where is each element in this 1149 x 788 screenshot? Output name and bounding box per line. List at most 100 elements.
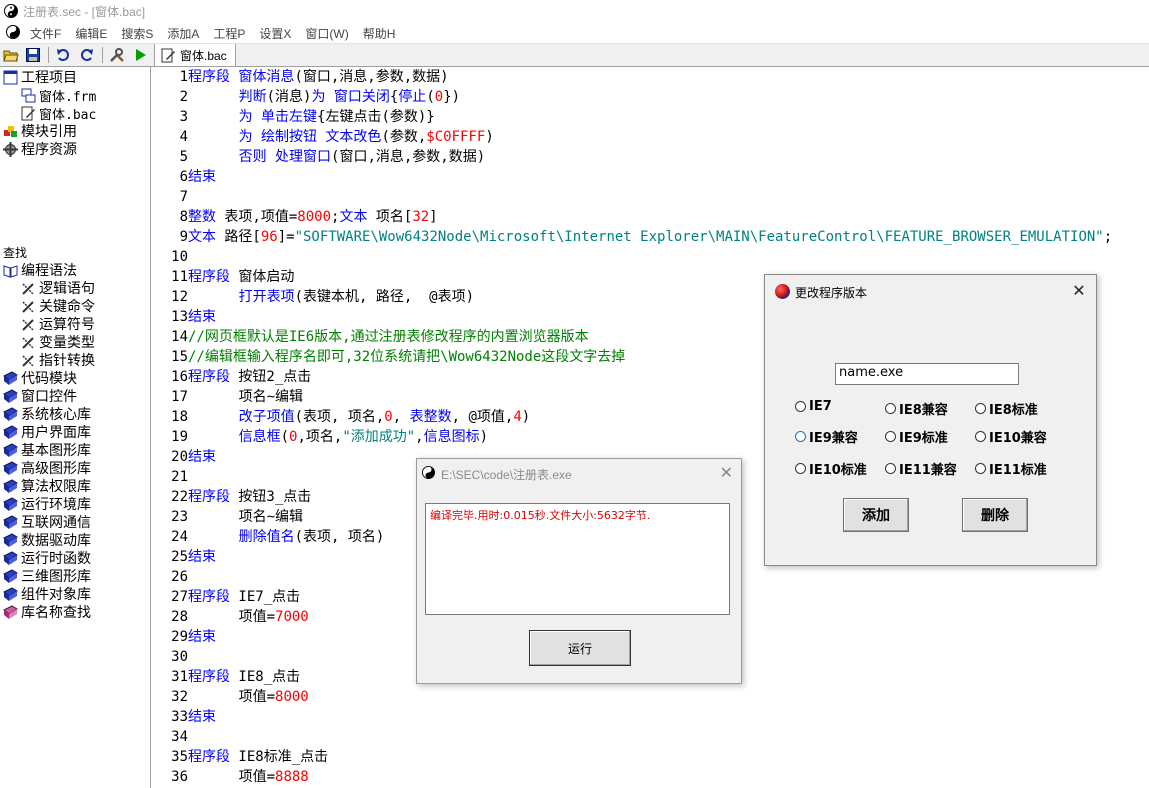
- tree-resources[interactable]: 程序资源: [2, 140, 77, 158]
- tree-library-item[interactable]: 代码模块: [2, 369, 77, 387]
- code-token: 判断: [238, 89, 267, 105]
- menu-add[interactable]: 添加A: [167, 25, 199, 42]
- radio-option[interactable]: IE10兼容: [975, 427, 1047, 446]
- tree-library-item[interactable]: 算法权限库: [2, 477, 91, 495]
- code-token: ,项名,: [297, 429, 343, 445]
- code-token: 程序段: [188, 269, 230, 285]
- tree-label: 窗口控件: [21, 389, 77, 405]
- radio-circle[interactable]: [795, 401, 806, 412]
- code-text: 整数 表项,项值=8000;文本 项名[32]: [188, 207, 438, 227]
- run-button[interactable]: 运行: [529, 630, 631, 666]
- tools-icon[interactable]: [109, 47, 125, 63]
- menu-edit[interactable]: 编辑E: [75, 25, 107, 42]
- code-token: 文本: [339, 209, 368, 225]
- tree-library-item[interactable]: 系统核心库: [2, 405, 91, 423]
- redo-icon[interactable]: [79, 47, 95, 63]
- tree-syntax-root[interactable]: 编程语法: [2, 261, 77, 279]
- radio-option[interactable]: IE9标准: [885, 427, 948, 446]
- delete-button[interactable]: 删除: [962, 498, 1028, 532]
- run-icon[interactable]: [133, 47, 149, 63]
- tree-library-item[interactable]: 组件对象库: [2, 585, 91, 603]
- radio-option[interactable]: IE7: [795, 399, 832, 414]
- radio-circle[interactable]: [975, 403, 986, 414]
- tree-library-item[interactable]: 基本图形库: [2, 441, 91, 459]
- line-number: 30: [171, 649, 188, 665]
- tree-project-root[interactable]: 工程项目: [2, 68, 77, 86]
- blue-book-icon: [2, 496, 18, 512]
- radio-circle[interactable]: [885, 403, 896, 414]
- tree-file-frm[interactable]: 窗体.frm: [20, 86, 96, 105]
- radio-circle[interactable]: [795, 463, 806, 474]
- radio-circle[interactable]: [975, 463, 986, 474]
- save-icon[interactable]: [25, 47, 41, 63]
- blue-book-icon: [2, 460, 18, 476]
- tab-label: 窗体.bac: [180, 48, 227, 63]
- tree-library-item[interactable]: 互联网通信: [2, 513, 91, 531]
- tab-form-bac[interactable]: 窗体.bac: [154, 44, 236, 66]
- tree-syntax-item[interactable]: 变量类型: [20, 333, 95, 351]
- radio-option[interactable]: IE11标准: [975, 459, 1047, 478]
- menu-settings[interactable]: 设置X: [259, 25, 291, 42]
- tree-label: 用户界面库: [21, 425, 91, 441]
- add-button[interactable]: 添加: [843, 498, 909, 532]
- radio-circle[interactable]: [795, 431, 806, 442]
- tree-library-item[interactable]: 高级图形库: [2, 459, 91, 477]
- tree-syntax-item[interactable]: 指针转换: [20, 351, 95, 369]
- tree-library-item[interactable]: 运行时函数: [2, 549, 91, 567]
- undo-icon[interactable]: [55, 47, 71, 63]
- menu-project[interactable]: 工程P: [213, 25, 245, 42]
- tree-module-ref[interactable]: 模块引用: [2, 122, 77, 140]
- program-name-input[interactable]: name.exe: [835, 363, 1019, 385]
- line-number: 4: [179, 129, 188, 145]
- tree-file-bac[interactable]: 窗体.bac: [20, 104, 96, 123]
- radio-label: IE9兼容: [809, 431, 858, 446]
- radio-option[interactable]: IE9兼容: [795, 427, 858, 446]
- code-token: 为 单击左键: [238, 109, 318, 125]
- tree-library-item[interactable]: 用户界面库: [2, 423, 91, 441]
- radio-option[interactable]: IE10标准: [795, 459, 867, 478]
- tree-library-item[interactable]: 运行环境库: [2, 495, 91, 513]
- code-line: 6结束: [152, 167, 216, 187]
- tree-label: 变量类型: [39, 335, 95, 351]
- close-icon[interactable]: ✕: [1070, 281, 1088, 300]
- radio-circle[interactable]: [975, 431, 986, 442]
- code-token: 否则 处理窗口: [238, 149, 332, 165]
- tree-library-search[interactable]: 库名称查找: [2, 603, 91, 621]
- menu-search[interactable]: 搜索S: [121, 25, 153, 42]
- blue-book-icon: [2, 370, 18, 386]
- left-panel: 工程项目 窗体.frm 窗体.bac 模块引用 程序资源 查找 编程语法 逻辑语…: [0, 67, 151, 788]
- radio-circle[interactable]: [885, 431, 896, 442]
- yin-yang-menu-icon[interactable]: [6, 25, 20, 39]
- open-folder-icon[interactable]: [3, 47, 19, 63]
- tree-label: 指针转换: [39, 353, 95, 369]
- dialog-app-icon: [775, 284, 790, 299]
- radio-option[interactable]: IE11兼容: [885, 459, 957, 478]
- tree-label: 逻辑语句: [39, 281, 95, 297]
- blue-book-icon: [2, 442, 18, 458]
- code-token: (窗口,消息,参数,数据): [294, 69, 449, 85]
- compile-output: 编译完毕.用时:0.015秒.文件大小:5632字节.: [425, 503, 730, 615]
- menu-window[interactable]: 窗口(W): [305, 25, 348, 42]
- tree-library-item[interactable]: 窗口控件: [2, 387, 77, 405]
- project-icon: [2, 69, 18, 85]
- radio-option[interactable]: IE8标准: [975, 399, 1038, 418]
- tree-library-item[interactable]: 数据驱动库: [2, 531, 91, 549]
- search-label: 查找: [3, 246, 28, 260]
- radio-circle[interactable]: [885, 463, 896, 474]
- tree-syntax-item[interactable]: 关键命令: [20, 297, 95, 315]
- tree-syntax-item[interactable]: 逻辑语句: [20, 279, 95, 297]
- menu-file[interactable]: 文件F: [30, 25, 61, 42]
- code-text: 程序段 IE8_点击: [188, 667, 300, 687]
- tree-syntax-item[interactable]: 运算符号: [20, 315, 95, 333]
- close-icon[interactable]: ✕: [720, 463, 733, 482]
- tree-library-item[interactable]: 三维图形库: [2, 567, 91, 585]
- radio-option[interactable]: IE8兼容: [885, 399, 948, 418]
- code-token: 信息框: [238, 429, 281, 445]
- menu-help[interactable]: 帮助H: [363, 25, 396, 42]
- line-number: 16: [171, 369, 188, 385]
- code-line: 19 信息框(0,项名,"添加成功",信息图标): [152, 427, 488, 447]
